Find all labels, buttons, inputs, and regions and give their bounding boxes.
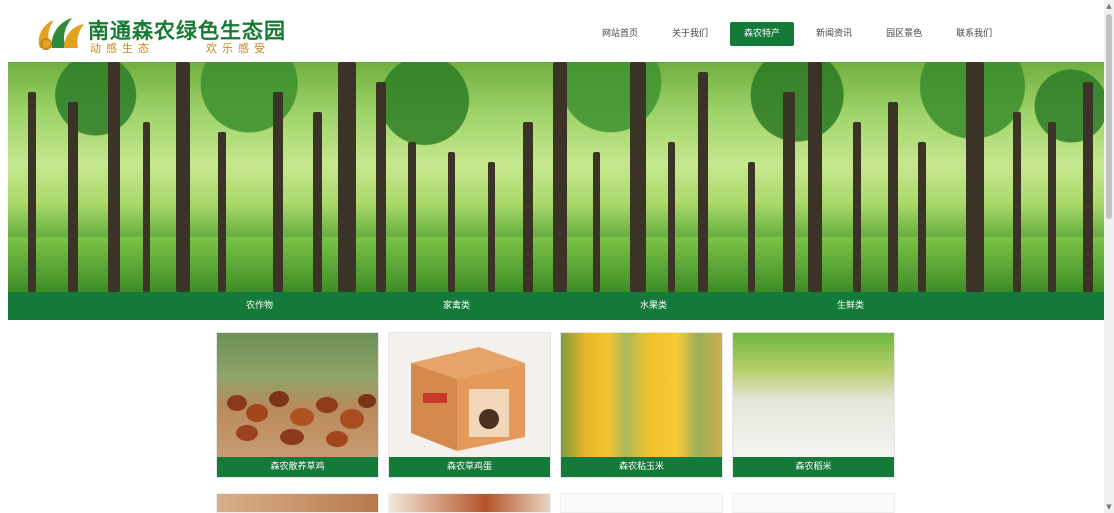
category-fruit[interactable]: 水果类 bbox=[640, 292, 667, 320]
product-label: 森农草鸡蛋 bbox=[389, 457, 550, 477]
product-image-corn bbox=[561, 333, 722, 457]
tree-trunk bbox=[523, 122, 533, 292]
product-label: 森农散养草鸡 bbox=[217, 457, 378, 477]
nav-specialties[interactable]: 森农特产 bbox=[730, 22, 795, 46]
product-label: 森农稻米 bbox=[733, 457, 894, 477]
tree-trunk bbox=[593, 152, 600, 292]
product-card-partial[interactable] bbox=[388, 493, 551, 513]
tree-trunk bbox=[853, 122, 861, 292]
tree-trunk bbox=[338, 62, 356, 292]
tree-trunk bbox=[748, 162, 755, 292]
tree-trunk bbox=[408, 142, 416, 292]
product-card[interactable]: 森农草鸡蛋 bbox=[388, 332, 551, 478]
tree-trunk bbox=[698, 72, 708, 292]
tree-trunk bbox=[176, 62, 190, 292]
brand-slogan-right: 欢乐感受 bbox=[206, 42, 270, 55]
product-label: 森农粘玉米 bbox=[561, 457, 722, 477]
tree-trunk bbox=[668, 142, 675, 292]
tree-trunk bbox=[918, 142, 926, 292]
nav-scenery[interactable]: 园区景色 bbox=[874, 22, 934, 46]
tree-trunk bbox=[313, 112, 322, 292]
product-card-partial[interactable] bbox=[732, 493, 895, 513]
nav-about[interactable]: 关于我们 bbox=[660, 22, 720, 46]
scroll-up-icon[interactable]: ▲ bbox=[1104, 0, 1114, 12]
tree-trunk bbox=[888, 102, 898, 292]
product-card[interactable]: 森农粘玉米 bbox=[560, 332, 723, 478]
tree-trunk bbox=[108, 62, 120, 292]
product-image-chicken bbox=[217, 333, 378, 457]
category-poultry[interactable]: 家禽类 bbox=[443, 292, 470, 320]
product-image-egg-box bbox=[389, 333, 550, 457]
category-fresh[interactable]: 生鲜类 bbox=[837, 292, 864, 320]
tree-trunk bbox=[783, 92, 795, 292]
tree-trunk bbox=[28, 92, 36, 292]
nav-contact[interactable]: 联系我们 bbox=[944, 22, 1004, 46]
tree-trunk bbox=[966, 62, 984, 292]
tree-trunk bbox=[488, 162, 495, 292]
scroll-down-icon[interactable]: ▼ bbox=[1104, 501, 1114, 513]
tree-trunk bbox=[218, 132, 226, 292]
category-crops[interactable]: 农作物 bbox=[246, 292, 273, 320]
main-nav: 网站首页 关于我们 森农特产 新闻资讯 园区景色 联系我们 bbox=[590, 22, 1014, 46]
tree-trunk bbox=[1048, 122, 1056, 292]
category-bar: 农作物 家禽类 水果类 生鲜类 bbox=[8, 292, 1104, 320]
gift-box-icon bbox=[411, 347, 525, 451]
product-card-partial[interactable] bbox=[216, 493, 379, 513]
nav-home[interactable]: 网站首页 bbox=[590, 22, 650, 46]
tree-trunk bbox=[808, 62, 822, 292]
tree-trunk bbox=[553, 62, 567, 292]
product-image-rice bbox=[733, 333, 894, 457]
leaf-logo-icon bbox=[38, 18, 84, 50]
tree-trunk bbox=[630, 62, 646, 292]
tree-trunk bbox=[448, 152, 455, 292]
vertical-scrollbar[interactable]: ▲ ▼ bbox=[1104, 0, 1114, 513]
tree-trunk bbox=[1083, 82, 1093, 292]
scroll-thumb[interactable] bbox=[1106, 14, 1112, 219]
site-header: 南通森农绿色生态园 动感生态 欢乐感受 网站首页 关于我们 森农特产 新闻资讯 … bbox=[0, 0, 1104, 62]
chicken-flock-icon bbox=[227, 391, 376, 447]
tree-trunk bbox=[68, 102, 78, 292]
forest-banner bbox=[8, 62, 1104, 292]
product-card-partial[interactable] bbox=[560, 493, 723, 513]
product-card[interactable]: 森农稻米 bbox=[732, 332, 895, 478]
site-logo[interactable]: 南通森农绿色生态园 动感生态 欢乐感受 bbox=[34, 12, 285, 56]
tree-trunk bbox=[1013, 112, 1021, 292]
product-card[interactable]: 森农散养草鸡 bbox=[216, 332, 379, 478]
tree-trunk bbox=[273, 92, 283, 292]
tree-trunk bbox=[376, 82, 386, 292]
nav-news[interactable]: 新闻资讯 bbox=[804, 22, 864, 46]
tree-trunk bbox=[143, 122, 150, 292]
brand-slogan-left: 动感生态 bbox=[90, 42, 154, 55]
